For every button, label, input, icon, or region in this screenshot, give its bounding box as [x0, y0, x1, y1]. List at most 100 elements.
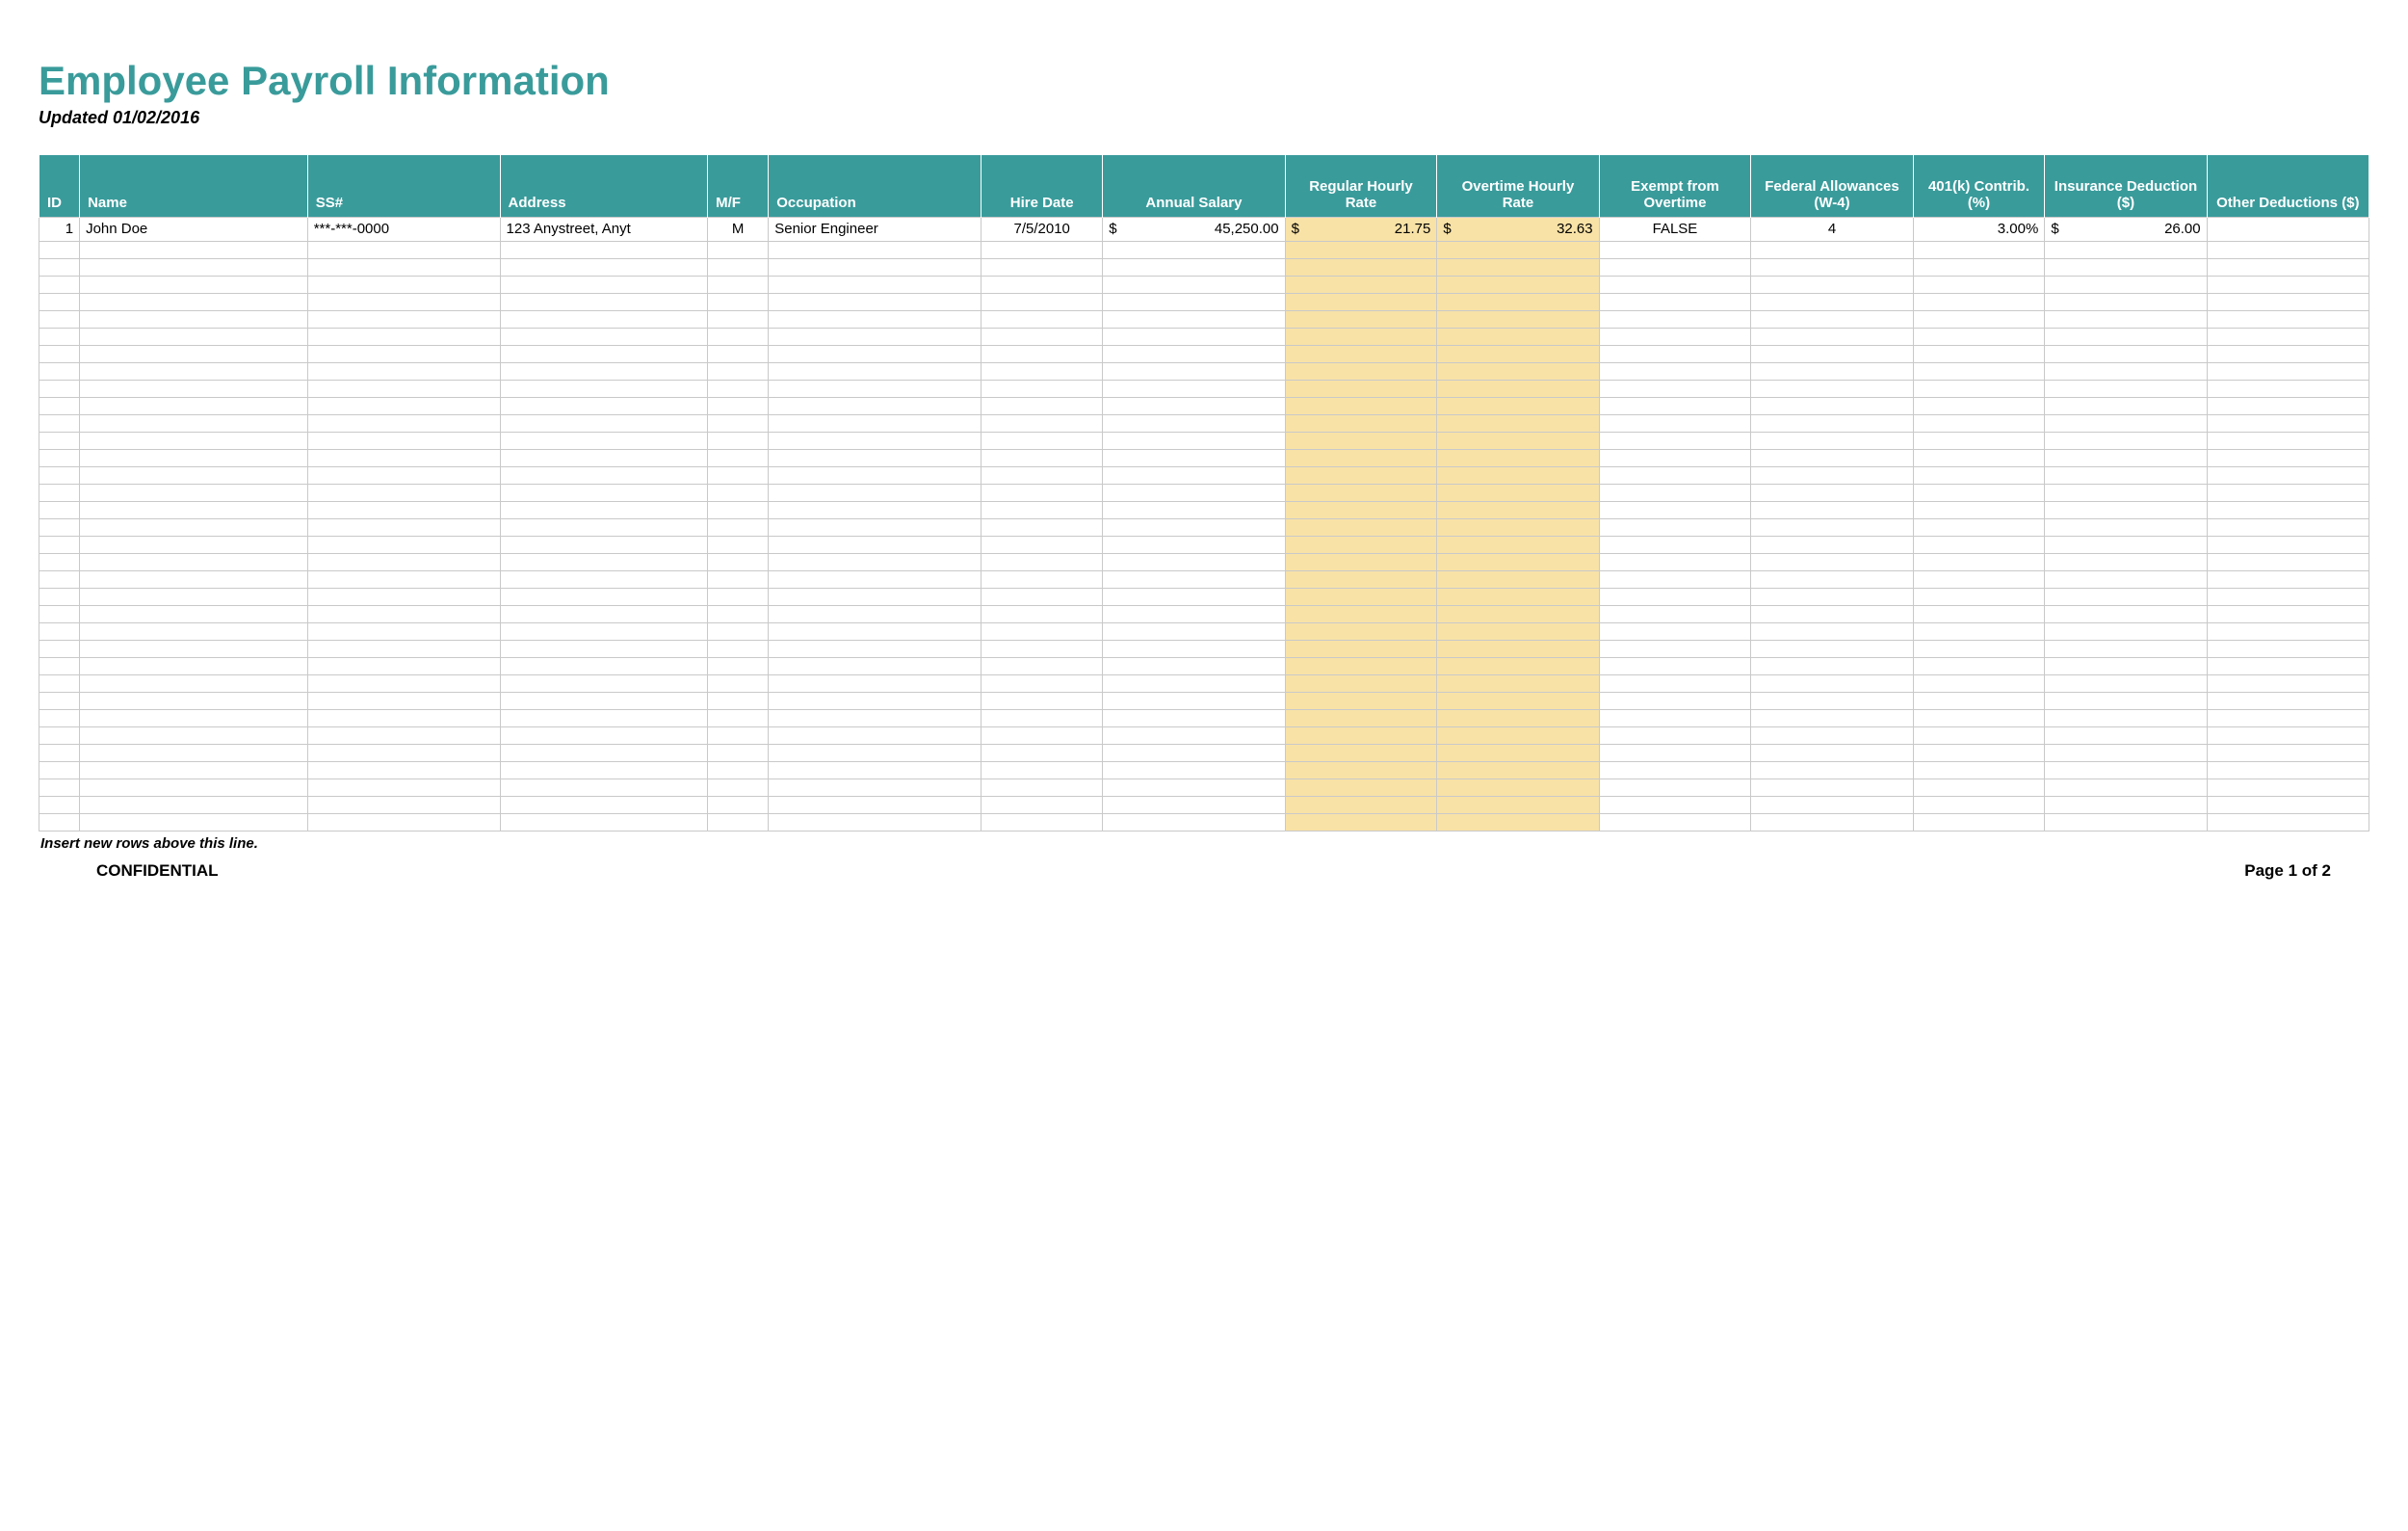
empty-cell[interactable] [39, 277, 80, 294]
cell-insurance[interactable]: $26.00 [2045, 218, 2207, 242]
empty-cell[interactable] [1437, 381, 1599, 398]
empty-cell[interactable] [1285, 519, 1437, 537]
empty-cell[interactable] [2207, 589, 2369, 606]
empty-cell[interactable] [80, 779, 308, 797]
table-row[interactable] [39, 467, 2369, 485]
table-row[interactable]: 1 John Doe ***-***-0000 123 Anystreet, A… [39, 218, 2369, 242]
empty-cell[interactable] [1913, 554, 2045, 571]
empty-cell[interactable] [1599, 381, 1751, 398]
empty-cell[interactable] [2045, 727, 2207, 745]
empty-cell[interactable] [2045, 762, 2207, 779]
empty-cell[interactable] [1751, 259, 1913, 277]
empty-cell[interactable] [39, 329, 80, 346]
empty-cell[interactable] [1285, 762, 1437, 779]
empty-cell[interactable] [1437, 641, 1599, 658]
empty-cell[interactable] [982, 311, 1103, 329]
empty-cell[interactable] [1913, 502, 2045, 519]
empty-cell[interactable] [500, 537, 708, 554]
empty-cell[interactable] [769, 623, 982, 641]
empty-cell[interactable] [982, 571, 1103, 589]
empty-cell[interactable] [2045, 675, 2207, 693]
empty-cell[interactable] [1599, 675, 1751, 693]
empty-cell[interactable] [708, 658, 769, 675]
empty-cell[interactable] [307, 537, 500, 554]
empty-cell[interactable] [2045, 554, 2207, 571]
empty-cell[interactable] [2207, 571, 2369, 589]
empty-cell[interactable] [1437, 311, 1599, 329]
empty-cell[interactable] [500, 675, 708, 693]
empty-cell[interactable] [1913, 693, 2045, 710]
empty-cell[interactable] [1103, 485, 1285, 502]
empty-cell[interactable] [1103, 693, 1285, 710]
empty-cell[interactable] [1599, 727, 1751, 745]
empty-cell[interactable] [2045, 381, 2207, 398]
empty-cell[interactable] [708, 485, 769, 502]
empty-cell[interactable] [1285, 745, 1437, 762]
empty-cell[interactable] [2207, 623, 2369, 641]
table-row[interactable] [39, 242, 2369, 259]
empty-cell[interactable] [1437, 467, 1599, 485]
empty-cell[interactable] [1751, 762, 1913, 779]
empty-cell[interactable] [1599, 277, 1751, 294]
empty-cell[interactable] [708, 277, 769, 294]
empty-cell[interactable] [39, 294, 80, 311]
empty-cell[interactable] [769, 485, 982, 502]
empty-cell[interactable] [500, 693, 708, 710]
cell-other-deductions[interactable] [2207, 218, 2369, 242]
empty-cell[interactable] [1751, 519, 1913, 537]
empty-cell[interactable] [39, 571, 80, 589]
empty-cell[interactable] [982, 381, 1103, 398]
empty-cell[interactable] [1913, 537, 2045, 554]
empty-cell[interactable] [769, 311, 982, 329]
empty-cell[interactable] [982, 537, 1103, 554]
empty-cell[interactable] [1285, 693, 1437, 710]
empty-cell[interactable] [1103, 346, 1285, 363]
empty-cell[interactable] [39, 675, 80, 693]
empty-cell[interactable] [708, 415, 769, 433]
empty-cell[interactable] [1285, 415, 1437, 433]
empty-cell[interactable] [2045, 779, 2207, 797]
empty-cell[interactable] [1599, 693, 1751, 710]
empty-cell[interactable] [982, 242, 1103, 259]
empty-cell[interactable] [708, 797, 769, 814]
table-row[interactable] [39, 381, 2369, 398]
empty-cell[interactable] [769, 571, 982, 589]
empty-cell[interactable] [1285, 450, 1437, 467]
table-row[interactable] [39, 450, 2369, 467]
empty-cell[interactable] [708, 727, 769, 745]
empty-cell[interactable] [708, 762, 769, 779]
empty-cell[interactable] [708, 502, 769, 519]
empty-cell[interactable] [39, 502, 80, 519]
empty-cell[interactable] [500, 467, 708, 485]
empty-cell[interactable] [769, 745, 982, 762]
empty-cell[interactable] [1103, 398, 1285, 415]
empty-cell[interactable] [307, 727, 500, 745]
empty-cell[interactable] [769, 641, 982, 658]
empty-cell[interactable] [1599, 259, 1751, 277]
empty-cell[interactable] [500, 727, 708, 745]
empty-cell[interactable] [80, 658, 308, 675]
empty-cell[interactable] [2045, 589, 2207, 606]
empty-cell[interactable] [1285, 658, 1437, 675]
empty-cell[interactable] [769, 814, 982, 831]
empty-cell[interactable] [982, 398, 1103, 415]
empty-cell[interactable] [982, 641, 1103, 658]
empty-cell[interactable] [769, 294, 982, 311]
empty-cell[interactable] [307, 693, 500, 710]
empty-cell[interactable] [769, 259, 982, 277]
empty-cell[interactable] [2045, 797, 2207, 814]
empty-cell[interactable] [1599, 779, 1751, 797]
empty-cell[interactable] [500, 814, 708, 831]
empty-cell[interactable] [708, 450, 769, 467]
empty-cell[interactable] [1285, 277, 1437, 294]
table-row[interactable] [39, 537, 2369, 554]
table-row[interactable] [39, 779, 2369, 797]
empty-cell[interactable] [80, 641, 308, 658]
empty-cell[interactable] [500, 797, 708, 814]
empty-cell[interactable] [500, 589, 708, 606]
empty-cell[interactable] [1599, 606, 1751, 623]
empty-cell[interactable] [307, 797, 500, 814]
empty-cell[interactable] [500, 554, 708, 571]
empty-cell[interactable] [1437, 623, 1599, 641]
empty-cell[interactable] [769, 658, 982, 675]
